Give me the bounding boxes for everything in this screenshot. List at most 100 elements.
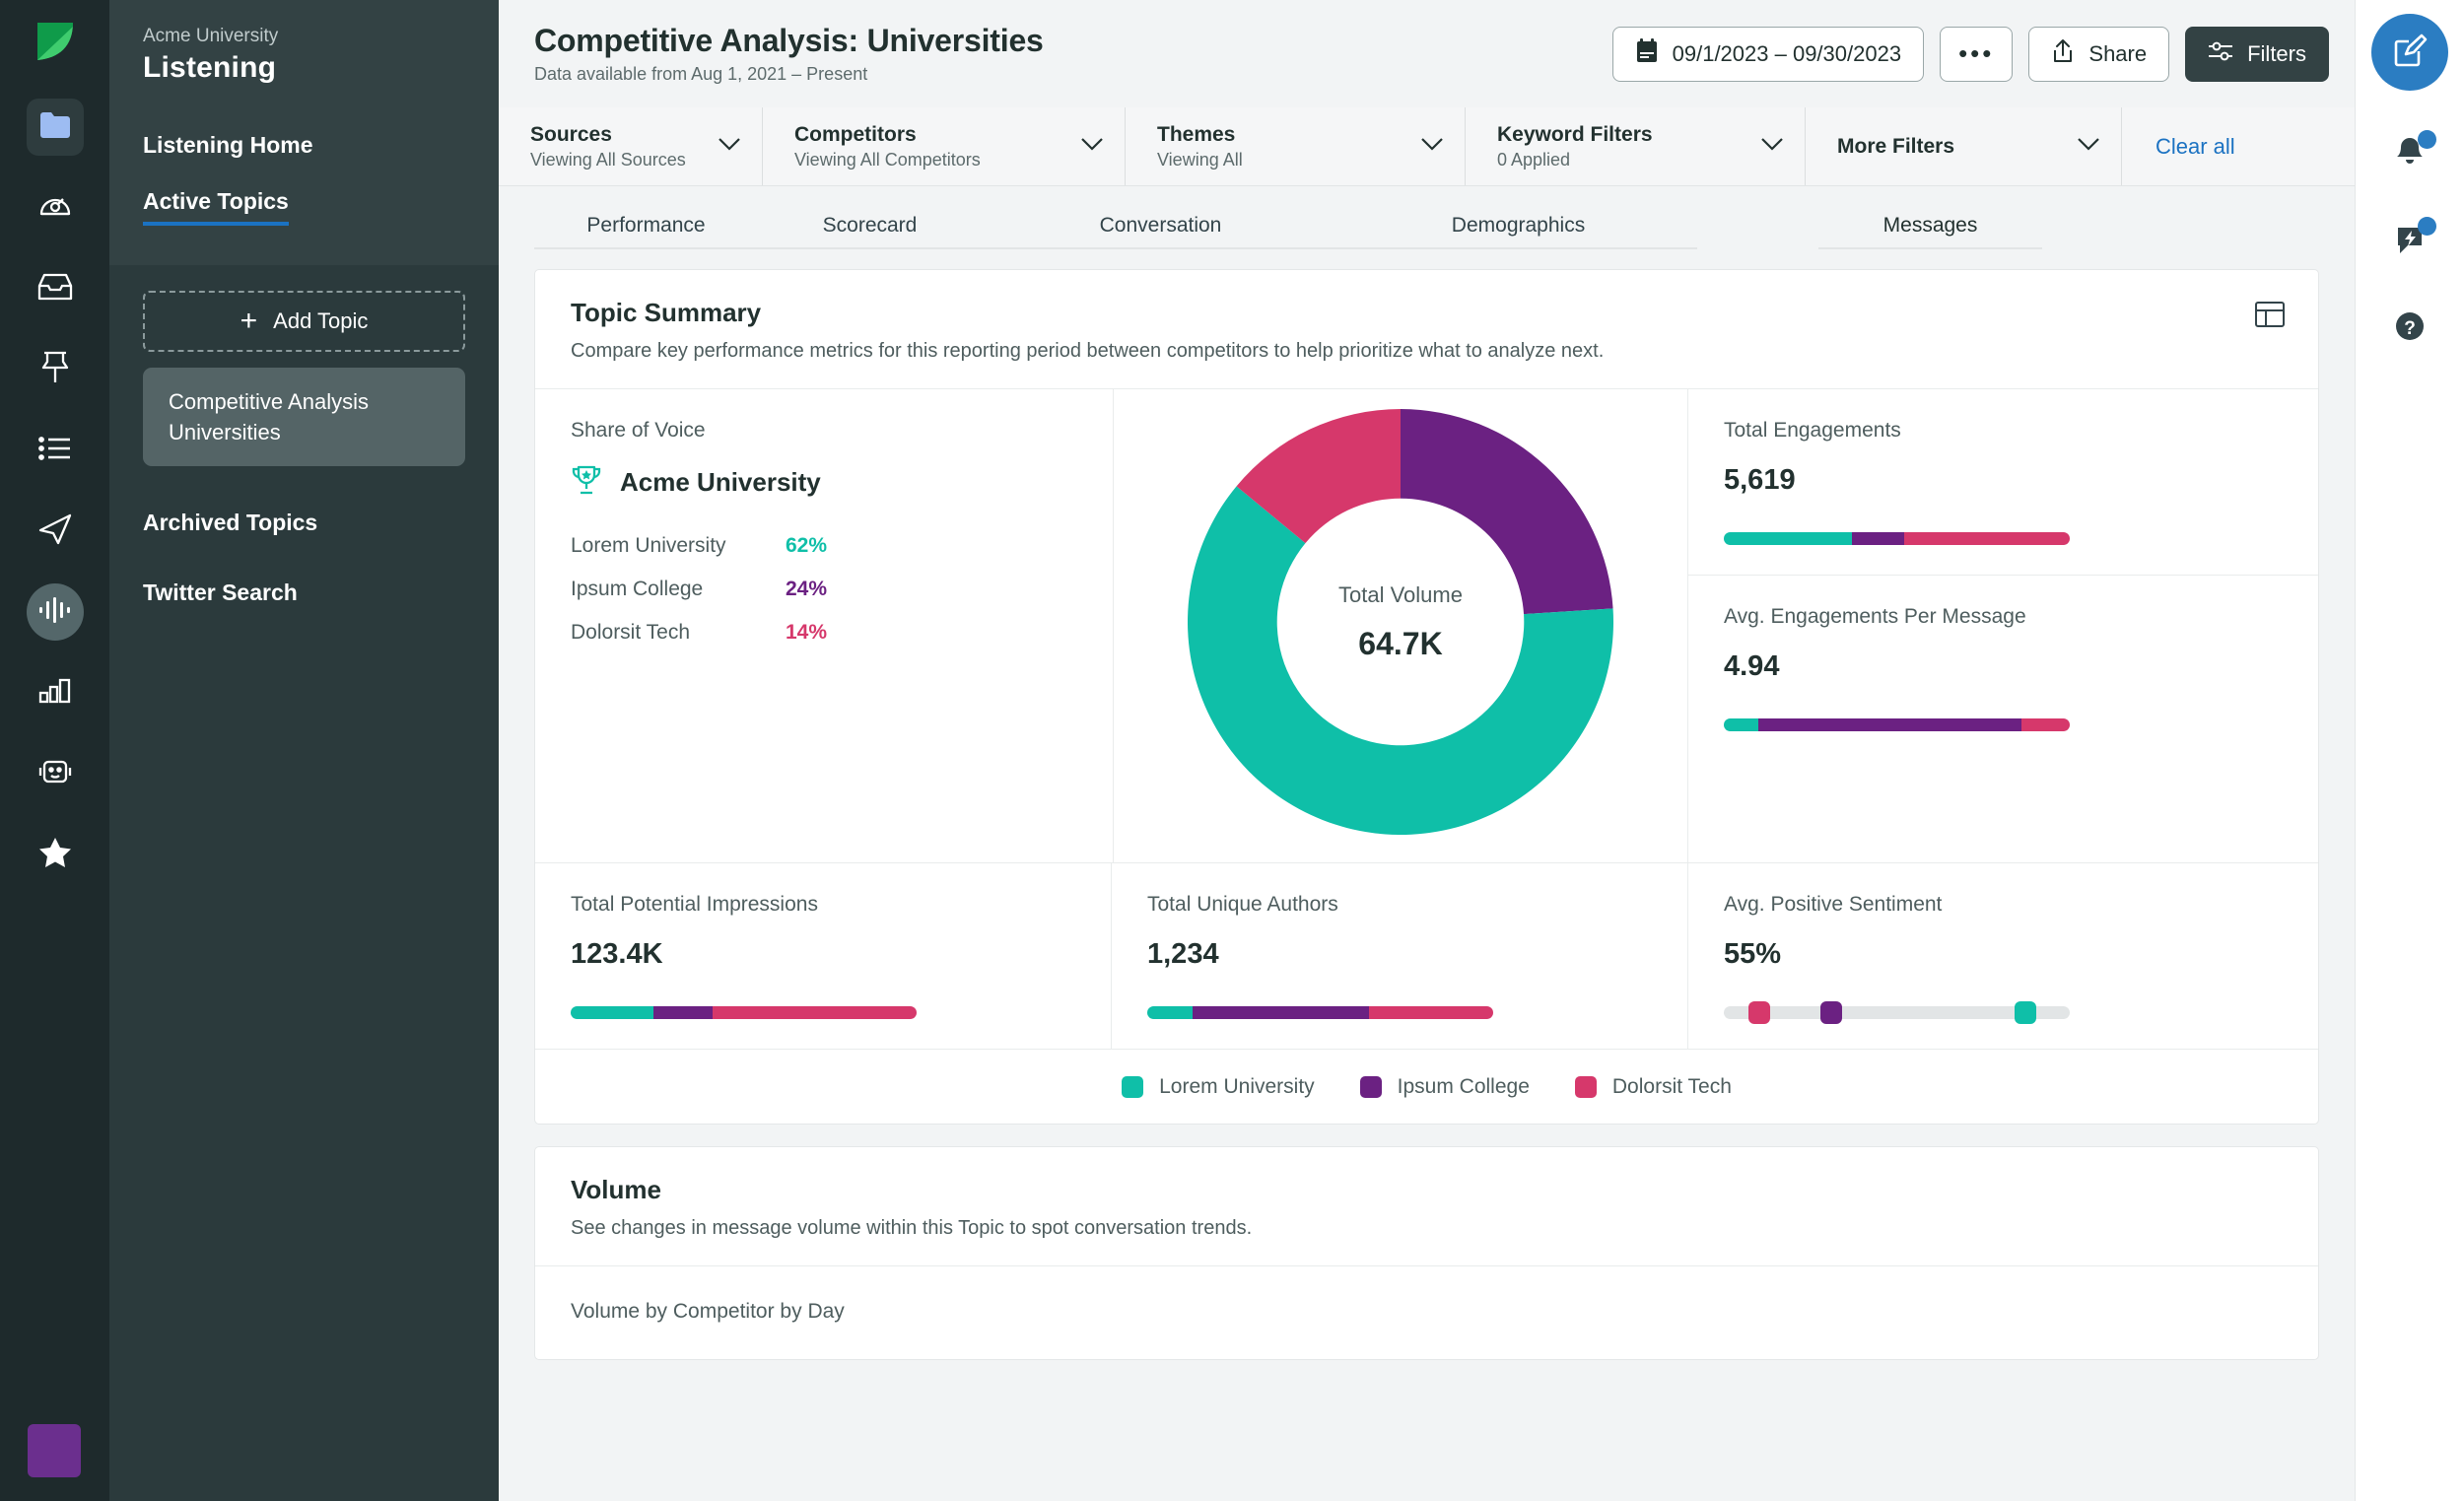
tab-demographics[interactable]: Demographics [1339, 214, 1697, 249]
metric-label: Avg. Positive Sentiment [1724, 893, 2283, 917]
tab-label: Messages [1883, 214, 1978, 237]
robot-icon [38, 758, 72, 790]
compose-button[interactable] [2371, 14, 2448, 91]
filter-sources[interactable]: Sources Viewing All Sources [499, 107, 763, 185]
ellipsis-icon: ••• [1958, 38, 1994, 69]
donut-center-label: Total Volume 64.7K [1188, 409, 1613, 835]
legend-item[interactable]: Ipsum College [1360, 1075, 1530, 1099]
share-button[interactable]: Share [2028, 27, 2169, 82]
sidebar-item-dashboards[interactable] [27, 179, 84, 237]
card-description: Compare key performance metrics for this… [571, 340, 2283, 363]
chevron-down-icon [2078, 138, 2099, 156]
sidebar-item-tasks[interactable] [27, 422, 84, 479]
sidebar-item-reviews[interactable] [27, 826, 84, 883]
app-icon-rail [0, 0, 109, 1501]
list-item: Dolorsit Tech 14% [571, 621, 1077, 645]
tab-scorecard[interactable]: Scorecard [758, 214, 982, 249]
date-range-picker[interactable]: 09/1/2023 – 09/30/2023 [1612, 27, 1924, 82]
metric-bar [1724, 532, 2070, 545]
avatar[interactable] [28, 1424, 81, 1477]
calendar-icon [1635, 38, 1659, 70]
metric-bar [571, 1006, 917, 1019]
tab-messages[interactable]: Messages [1818, 214, 2042, 249]
filters-button[interactable]: Filters [2185, 27, 2329, 82]
sidebar-item-publishing[interactable] [27, 503, 84, 560]
tab-conversation[interactable]: Conversation [982, 214, 1339, 249]
tab-performance[interactable]: Performance [534, 214, 758, 249]
legend-item[interactable]: Dolorsit Tech [1575, 1075, 1732, 1099]
whats-new-badge [2418, 217, 2436, 236]
filter-competitors[interactable]: Competitors Viewing All Competitors [763, 107, 1126, 185]
volume-chart-label: Volume by Competitor by Day [535, 1266, 2318, 1359]
star-icon [38, 837, 72, 873]
paper-plane-icon [38, 513, 72, 550]
notification-badge [2418, 130, 2436, 149]
list-item: Ipsum College 24% [571, 578, 1077, 601]
legend-swatch [1575, 1076, 1597, 1098]
metric-column: Total Engagements 5,619 Avg. Engagements… [1688, 389, 2318, 862]
notifications-button[interactable] [2381, 126, 2438, 183]
audio-wave-icon [38, 596, 72, 629]
main-content: Competitive Analysis: Universities Data … [499, 0, 2355, 1501]
sidebar-item-archived-topics[interactable]: Archived Topics [109, 510, 499, 536]
sidebar-item-active-topics[interactable]: Active Topics [143, 188, 465, 226]
metric-total-unique-authors: Total Unique Authors 1,234 [1112, 863, 1688, 1049]
sprout-leaf-logo[interactable] [28, 14, 83, 69]
filter-label: Sources [530, 123, 693, 147]
sidebar-item-listening[interactable] [27, 583, 84, 641]
listening-sidebar: Acme University Listening Listening Home… [109, 0, 499, 1501]
add-topic-button[interactable]: + Add Topic [143, 291, 465, 352]
metric-avg-engagements-per-message: Avg. Engagements Per Message 4.94 [1688, 576, 2318, 761]
date-range-value: 09/1/2023 – 09/30/2023 [1673, 41, 1901, 67]
legend-label: Dolorsit Tech [1612, 1075, 1732, 1099]
sidebar-item-folder[interactable] [27, 99, 84, 156]
filter-keyword-filters[interactable]: Keyword Filters 0 Applied [1466, 107, 1806, 185]
help-button[interactable]: ? [2381, 300, 2438, 357]
table-view-icon[interactable] [2255, 302, 2285, 332]
metric-value: 55% [1724, 938, 2283, 971]
metric-avg-positive-sentiment: Avg. Positive Sentiment 55% [1688, 863, 2318, 1049]
metric-label: Total Unique Authors [1147, 893, 1652, 917]
competitor-pct: 14% [786, 621, 827, 645]
tab-label: Performance [586, 214, 705, 237]
sidebar-item-listening-home[interactable]: Listening Home [143, 132, 465, 159]
filter-label: Themes [1157, 123, 1396, 147]
legend-swatch [1360, 1076, 1382, 1098]
sidebar-item-bots[interactable] [27, 745, 84, 802]
chevron-down-icon [719, 138, 740, 156]
competitor-name: Lorem University [571, 534, 786, 558]
sentiment-marker-lorem [2015, 1001, 2036, 1024]
sidebar-item-pinned[interactable] [27, 341, 84, 398]
share-upload-icon [2051, 38, 2075, 70]
summary-bottom-row: Total Potential Impressions 123.4K Total… [535, 862, 2318, 1049]
metric-value: 4.94 [1724, 650, 2283, 683]
gauge-icon [38, 189, 72, 228]
clear-all-button[interactable]: Clear all [2122, 107, 2269, 185]
whats-new-button[interactable] [2381, 213, 2438, 270]
card-description: See changes in message volume within thi… [571, 1217, 2283, 1240]
legend-item[interactable]: Lorem University [1122, 1075, 1315, 1099]
sidebar-item-inbox[interactable] [27, 260, 84, 317]
sidebar-header: Acme University Listening [109, 0, 499, 106]
list-icon [38, 436, 72, 466]
more-options-button[interactable]: ••• [1940, 27, 2013, 82]
chart-legend: Lorem University Ipsum College Dolorsit … [535, 1049, 2318, 1124]
utility-rail: ? [2355, 0, 2464, 1501]
sidebar-item-twitter-search[interactable]: Twitter Search [109, 580, 499, 606]
sidebar-nav: Listening Home Active Topics [109, 106, 499, 265]
topic-name: Competitive Analysis Universities [169, 389, 369, 444]
share-of-voice-panel: Share of Voice Acme University [535, 389, 1114, 862]
filter-label: Keyword Filters [1497, 123, 1736, 147]
sidebar-item-reports[interactable] [27, 664, 84, 721]
metric-bar [1724, 718, 2070, 731]
compose-pencil-icon [2392, 33, 2428, 73]
filter-themes[interactable]: Themes Viewing All [1126, 107, 1466, 185]
filter-more-filters[interactable]: More Filters [1806, 107, 2122, 185]
svg-text:?: ? [2404, 318, 2416, 339]
add-topic-label: Add Topic [273, 308, 368, 334]
card-title: Volume [571, 1175, 2283, 1205]
pin-icon [40, 350, 70, 390]
list-item-topic[interactable]: Competitive Analysis Universities [143, 368, 465, 466]
metric-total-potential-impressions: Total Potential Impressions 123.4K [535, 863, 1112, 1049]
sidebar-item-label: Twitter Search [143, 580, 298, 605]
